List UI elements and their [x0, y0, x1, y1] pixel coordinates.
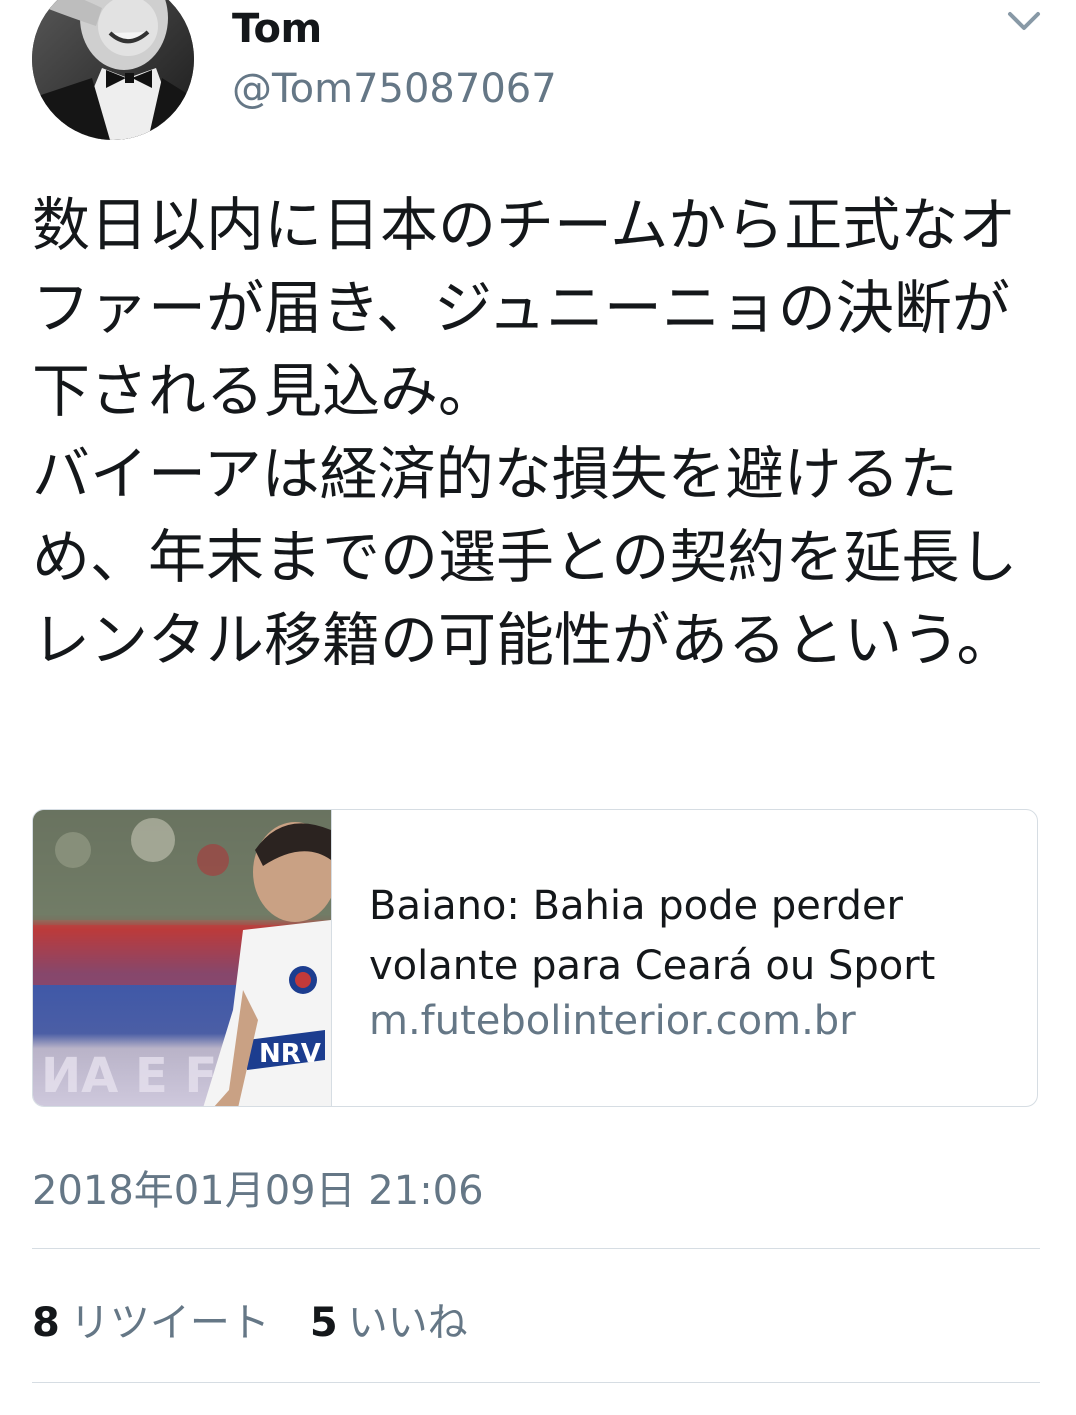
retweets-stat[interactable]: 8 リツイート	[32, 1290, 270, 1348]
tweet-timestamp[interactable]: 2018年01月09日 21:06	[32, 1158, 484, 1216]
avatar-photo	[32, 0, 194, 140]
link-card-title: Baiano: Bahia pode perder volante para C…	[369, 883, 936, 989]
divider	[32, 1382, 1040, 1383]
likes-count: 5	[309, 1300, 338, 1346]
likes-stat[interactable]: 5 いいね	[310, 1290, 468, 1348]
tweet-text: 数日以内に日本のチームから正式なオファーが届き、ジュニーニョの決断が下される見込…	[32, 191, 1018, 674]
user-handle[interactable]: @Tom75087067	[232, 66, 557, 112]
likes-label: いいね	[347, 1300, 468, 1346]
chevron-down-icon[interactable]	[1004, 6, 1044, 38]
link-card-image: ИА E F NRV	[33, 810, 332, 1106]
divider	[32, 1248, 1040, 1249]
svg-text:ИА E F: ИА E F	[41, 1048, 217, 1104]
avatar[interactable]	[32, 0, 194, 140]
display-name[interactable]: Tom	[232, 6, 322, 52]
retweets-label: リツイート	[69, 1300, 270, 1346]
link-card-domain: m.futebolinterior.com.br	[369, 998, 856, 1044]
retweets-count: 8	[32, 1300, 60, 1346]
engagement-stats: 8 リツイート 5 いいね	[32, 1290, 468, 1348]
svg-text:NRV: NRV	[259, 1039, 321, 1069]
link-preview-card[interactable]: ИА E F NRV Baiano: Bahia pode perder vol…	[32, 809, 1038, 1107]
